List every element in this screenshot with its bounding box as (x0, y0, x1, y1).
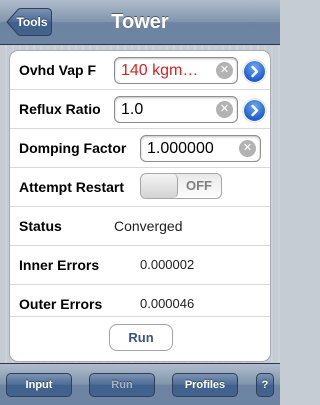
settings-table: Ovhd Vap F 140 kgm… ✕ Reflux Ratio 1.0 ✕… (9, 50, 271, 362)
ovhd-vap-field[interactable]: 140 kgm… ✕ (114, 57, 238, 84)
outer-errors-value: 0.000046 (140, 296, 195, 311)
row-status: Status Converged (10, 207, 270, 246)
bottom-toolbar: Input Run Profiles ? (0, 363, 280, 405)
run-button[interactable]: Run (109, 324, 173, 351)
row-attempt-restart: Attempt Restart OFF (10, 168, 270, 207)
row-label: Status (19, 218, 62, 234)
clear-icon[interactable]: ✕ (239, 140, 256, 157)
help-button[interactable]: ? (256, 373, 274, 397)
row-label: Reflux Ratio (19, 101, 101, 117)
row-label: Outer Errors (19, 296, 103, 312)
row-reflux-ratio: Reflux Ratio 1.0 ✕ (10, 90, 270, 129)
toggle-state-label: OFF (186, 178, 212, 193)
run-toolbar-button[interactable]: Run (89, 373, 155, 397)
toggle-knob (141, 174, 178, 198)
status-value: Converged (114, 218, 183, 234)
reflux-ratio-value: 1.0 (121, 101, 144, 118)
row-label: Inner Errors (19, 257, 100, 273)
clear-icon[interactable]: ✕ (216, 101, 233, 118)
row-label: Domping Factor (19, 140, 127, 156)
damping-factor-value: 1.000000 (147, 140, 214, 157)
row-damping-factor: Domping Factor 1.000000 ✕ (10, 129, 270, 168)
disclosure-arrow-icon[interactable] (243, 60, 266, 83)
clear-icon[interactable]: ✕ (216, 62, 233, 79)
row-outer-errors: Outer Errors 0.000046 (10, 285, 270, 324)
page-title: Tower (111, 11, 169, 33)
row-label: Attempt Restart (19, 179, 125, 195)
back-button-label: Tools (16, 15, 48, 29)
app-screen: Tools Tower Ovhd Vap F 140 kgm… ✕ Reflux… (0, 0, 280, 405)
attempt-restart-toggle[interactable]: OFF (140, 173, 222, 199)
profiles-button[interactable]: Profiles (172, 373, 238, 397)
navigation-bar: Tools Tower (0, 0, 280, 45)
inner-errors-value: 0.000002 (140, 257, 195, 272)
back-button[interactable]: Tools (6, 8, 52, 36)
row-inner-errors: Inner Errors 0.000002 (10, 246, 270, 285)
row-label: Ovhd Vap F (19, 62, 97, 78)
reflux-ratio-field[interactable]: 1.0 ✕ (114, 96, 238, 123)
disclosure-arrow-icon[interactable] (243, 99, 266, 122)
divider (10, 316, 270, 317)
row-ovhd-vap: Ovhd Vap F 140 kgm… ✕ (10, 51, 270, 90)
ovhd-vap-value: 140 kgm… (121, 62, 199, 79)
input-button[interactable]: Input (6, 373, 72, 397)
damping-factor-field[interactable]: 1.000000 ✕ (140, 135, 261, 162)
